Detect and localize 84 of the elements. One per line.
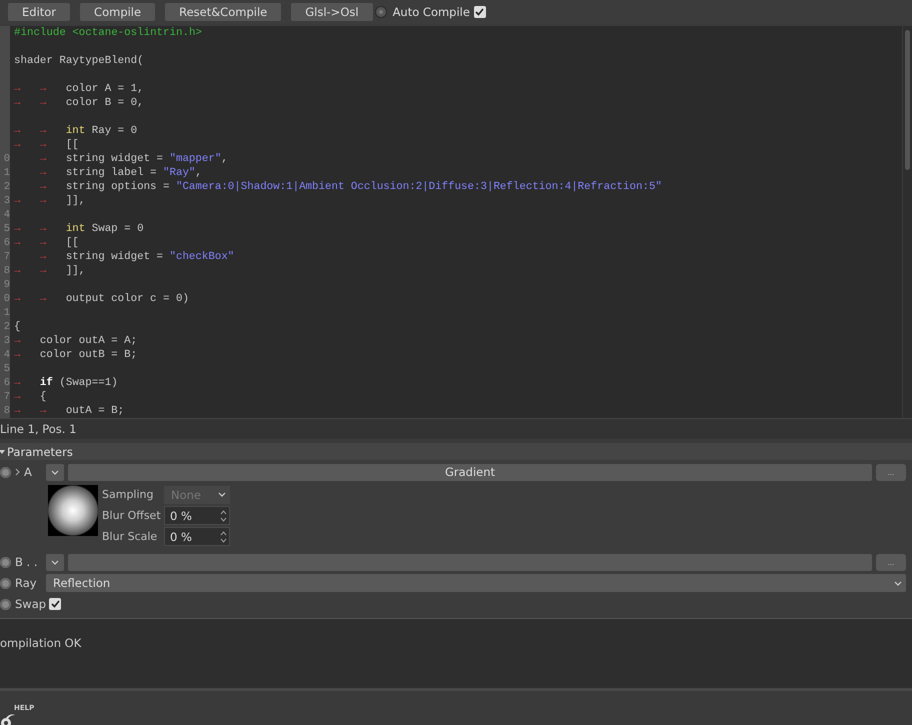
shader-field[interactable]: Gradient — [68, 464, 872, 480]
code-line: → color outB = B; — [14, 348, 138, 362]
checkbox[interactable] — [474, 6, 486, 18]
cursor-position: Line 1, Pos. 1 — [0, 422, 76, 436]
code-line: → string label = "Ray", — [40, 166, 202, 180]
field-label: Blur Offset — [102, 509, 162, 522]
parameter-label: Swap — [15, 597, 46, 611]
spinner-arrows-icon — [220, 530, 227, 544]
code-line: → → ]], — [14, 194, 86, 208]
gradient-preview — [48, 485, 98, 536]
toolbar-button[interactable]: Editor — [8, 3, 70, 21]
number-field[interactable]: 0 % — [164, 527, 230, 546]
line-number: 0 — [2, 292, 10, 306]
toolbar-button[interactable]: Reset&Compile — [165, 3, 282, 21]
chevron-down-icon — [51, 560, 59, 564]
code-line: → → int Ray = 0 — [14, 124, 138, 138]
shader-menu-button[interactable] — [46, 464, 64, 480]
radio-button[interactable] — [374, 6, 387, 18]
code-line: → color outA = A; — [14, 334, 138, 348]
code-line: shader RaytypeBlend( — [14, 54, 144, 68]
checkmark-icon — [50, 600, 60, 608]
code-line: → → int Swap = 0 — [14, 222, 144, 236]
code-line: → string widget = "mapper", — [40, 152, 228, 166]
line-number: 6 — [2, 236, 10, 250]
radio-button[interactable] — [0, 466, 11, 478]
line-number: 3 — [2, 334, 10, 348]
shader-field[interactable] — [68, 554, 872, 570]
line-number: 8 — [2, 404, 10, 418]
line-number: 4 — [2, 348, 10, 362]
logo-icon[interactable] — [0, 713, 16, 725]
chevron-down-icon — [894, 580, 902, 586]
line-number: 1 — [2, 166, 10, 180]
code-line: → → output color c = 0) — [14, 292, 189, 306]
line-number: 3 — [2, 194, 10, 208]
line-number: 2 — [2, 320, 10, 334]
more-button[interactable]: ... — [876, 554, 906, 570]
line-number: 4 — [2, 208, 10, 222]
parameter-label: Ray — [15, 576, 37, 590]
section-title: Parameters — [7, 444, 73, 458]
spinner-arrows-icon — [220, 508, 227, 522]
chevron-down-icon — [51, 470, 59, 474]
parameter-label: A — [24, 465, 32, 479]
code-line: { — [14, 320, 20, 334]
collapse-triangle-icon[interactable] — [0, 448, 5, 454]
line-number: 2 — [2, 180, 10, 194]
code-line: → { — [14, 390, 46, 404]
line-number: 7 — [2, 390, 10, 404]
radio-button[interactable] — [0, 598, 11, 610]
code-line: → → [[ — [14, 138, 79, 152]
line-number: 5 — [2, 362, 10, 376]
code-line: → → outA = B; — [14, 404, 124, 418]
code-line: → string options = "Camera:0|Shadow:1|Ambient Occlusion:2|Diffuse:3|Reflection:4|Refraction:5" — [40, 180, 662, 194]
toolbar-button[interactable]: Glsl->Osl — [291, 3, 373, 21]
field-label: Blur Scale — [102, 530, 158, 543]
checkbox-label: Auto Compile — [392, 5, 470, 19]
scrollbar[interactable] — [902, 26, 912, 418]
line-number: 8 — [2, 264, 10, 278]
radio-button[interactable] — [0, 556, 11, 568]
line-number: 9 — [2, 278, 10, 292]
number-field[interactable]: 0 % — [164, 506, 230, 525]
radio-button[interactable] — [0, 578, 11, 588]
code-line: → if (Swap==1) — [14, 376, 118, 390]
chevron-down-icon — [218, 492, 226, 497]
code-line: → → color B = 0, — [14, 96, 144, 110]
code-line: → → [[ — [14, 236, 79, 250]
more-button[interactable]: ... — [876, 464, 906, 480]
code-line: → → ]], — [14, 264, 86, 278]
line-number: 0 — [2, 152, 10, 166]
code-line: → → color A = 1, — [14, 82, 144, 96]
checkbox[interactable] — [49, 598, 61, 610]
parameter-label: B . . — [15, 555, 38, 569]
ray-dropdown[interactable]: Reflection — [46, 574, 906, 592]
checkmark-icon — [475, 8, 484, 16]
field-label: Sampling — [102, 488, 154, 501]
line-number: 1 — [2, 306, 10, 320]
shader-menu-button[interactable] — [46, 554, 64, 570]
line-number: 6 — [2, 376, 10, 390]
compile-message: ompilation OK — [0, 636, 82, 650]
code-line: #include <octane-oslintrin.h> — [14, 26, 202, 40]
expand-chevron-icon[interactable] — [15, 468, 20, 476]
line-number: 5 — [2, 222, 10, 236]
toolbar-button[interactable]: Compile — [80, 3, 156, 21]
line-number: 7 — [2, 250, 10, 264]
code-line: → string widget = "checkBox" — [40, 250, 234, 264]
